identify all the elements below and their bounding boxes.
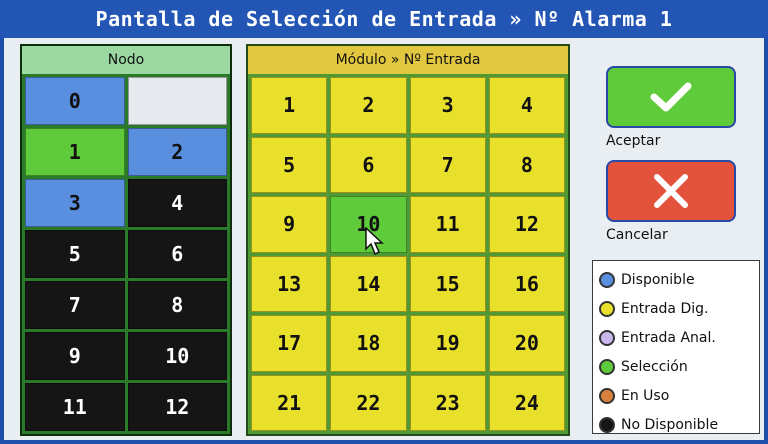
module-cell-label: 2 xyxy=(362,93,375,118)
node-cell-8[interactable]: 8 xyxy=(127,281,227,329)
accept-button[interactable] xyxy=(606,66,736,128)
module-cell-label: 9 xyxy=(283,212,296,237)
module-cell-2[interactable]: 2 xyxy=(330,77,407,134)
module-cell-label: 7 xyxy=(441,152,454,177)
module-cell-4[interactable]: 4 xyxy=(488,77,565,134)
module-cell-7[interactable]: 7 xyxy=(409,136,486,193)
main-screen: Nodo 0 1 2 3 4 5 6 7 8 9 10 11 12 Módulo » Nº Entrad… xyxy=(4,38,764,440)
module-cell-5[interactable]: 5 xyxy=(251,136,328,193)
legend-item: Disponible xyxy=(599,265,753,294)
module-panel: Módulo » Nº Entrada 1 2 3 4 5 6 7 8 9 10 11 12 13 14 1… xyxy=(246,44,570,436)
module-cell-label: 5 xyxy=(283,152,296,177)
legend-item: Selección xyxy=(599,352,753,381)
module-cell-16[interactable]: 16 xyxy=(488,255,565,312)
module-cell-20[interactable]: 20 xyxy=(488,315,565,372)
legend-item: No Disponible xyxy=(599,410,753,439)
node-panel-header: Nodo xyxy=(22,46,230,74)
node-cell-10[interactable]: 10 xyxy=(127,332,227,380)
node-cell-3[interactable]: 3 xyxy=(25,179,125,227)
module-cell-label: 8 xyxy=(520,152,533,177)
legend-color-dot xyxy=(599,329,615,346)
module-cell-1[interactable]: 1 xyxy=(251,77,328,134)
node-cell-0[interactable]: 0 xyxy=(25,77,125,125)
window-title: Pantalla de Selección de Entrada » Nº Al… xyxy=(0,0,768,38)
module-grid: 1 2 3 4 5 6 7 8 9 10 11 12 13 14 15 16 17 18 19 20 21 22 23 24 xyxy=(248,74,568,434)
legend-color-dot xyxy=(599,358,615,375)
legend-label: Disponible xyxy=(621,271,695,288)
node-cell-5[interactable]: 5 xyxy=(25,230,125,278)
module-cell-label: 15 xyxy=(435,271,460,296)
legend-color-dot xyxy=(599,387,615,404)
module-cell-18[interactable]: 18 xyxy=(330,315,407,372)
legend-color-dot xyxy=(599,300,615,317)
node-panel: Nodo 0 1 2 3 4 5 6 7 8 9 10 11 12 xyxy=(20,44,232,436)
legend-color-dot xyxy=(599,416,615,433)
status-legend: Disponible Entrada Dig. Entrada Anal. Selec… xyxy=(592,260,760,434)
module-cell-label: 23 xyxy=(435,390,460,415)
module-cell-6[interactable]: 6 xyxy=(330,136,407,193)
module-cell-22[interactable]: 22 xyxy=(330,374,407,431)
module-cell-label: 16 xyxy=(514,271,539,296)
cancel-label: Cancelar xyxy=(606,227,668,243)
legend-label: Entrada Anal. xyxy=(621,329,716,346)
node-cell-7[interactable]: 7 xyxy=(25,281,125,329)
module-cell-label: 4 xyxy=(520,93,533,118)
module-cell-21[interactable]: 21 xyxy=(251,374,328,431)
accept-label: Aceptar xyxy=(606,133,661,149)
node-cell-2[interactable]: 2 xyxy=(127,128,227,176)
node-cell-11[interactable]: 11 xyxy=(25,383,125,431)
module-cell-label: 17 xyxy=(277,331,302,356)
module-cell-label: 19 xyxy=(435,331,460,356)
cancel-button[interactable] xyxy=(606,160,736,222)
module-panel-header: Módulo » Nº Entrada xyxy=(248,46,568,74)
module-cell-label: 11 xyxy=(435,212,460,237)
module-cell-label: 13 xyxy=(277,271,302,296)
legend-label: Selección xyxy=(621,358,688,375)
module-cell-14[interactable]: 14 xyxy=(330,255,407,312)
module-cell-label: 22 xyxy=(356,390,381,415)
module-cell-13[interactable]: 13 xyxy=(251,255,328,312)
legend-label: En Uso xyxy=(621,387,670,404)
module-cell-label: 6 xyxy=(362,152,375,177)
module-cell-label: 14 xyxy=(356,271,381,296)
module-cell-19[interactable]: 19 xyxy=(409,315,486,372)
module-cell-label: 18 xyxy=(356,331,381,356)
module-cell-3[interactable]: 3 xyxy=(409,77,486,134)
node-cell-6[interactable]: 6 xyxy=(127,230,227,278)
mouse-cursor-icon xyxy=(365,227,385,256)
module-cell-24[interactable]: 24 xyxy=(488,374,565,431)
module-cell-8[interactable]: 8 xyxy=(488,136,565,193)
checkmark-icon xyxy=(650,82,692,112)
legend-color-dot xyxy=(599,271,615,288)
module-cell-12[interactable]: 12 xyxy=(488,196,565,253)
module-cell-11[interactable]: 11 xyxy=(409,196,486,253)
node-cell-12[interactable]: 12 xyxy=(127,383,227,431)
module-cell-17[interactable]: 17 xyxy=(251,315,328,372)
node-cell-1[interactable]: 1 xyxy=(25,128,125,176)
module-cell-label: 12 xyxy=(514,212,539,237)
legend-label: Entrada Dig. xyxy=(621,300,709,317)
node-cell-4[interactable]: 4 xyxy=(127,179,227,227)
module-cell-label: 24 xyxy=(514,390,539,415)
module-cell-label: 21 xyxy=(277,390,302,415)
node-cell-empty xyxy=(127,77,227,125)
x-icon xyxy=(654,174,688,208)
module-cell-label: 1 xyxy=(283,93,296,118)
module-cell-label: 3 xyxy=(441,93,454,118)
module-cell-9[interactable]: 9 xyxy=(251,196,328,253)
module-cell-label: 20 xyxy=(514,331,539,356)
legend-item: Entrada Anal. xyxy=(599,323,753,352)
legend-item: Entrada Dig. xyxy=(599,294,753,323)
module-cell-10[interactable]: 10 xyxy=(330,196,407,256)
legend-item: En Uso xyxy=(599,381,753,410)
node-cell-9[interactable]: 9 xyxy=(25,332,125,380)
node-grid: 0 1 2 3 4 5 6 7 8 9 10 11 12 xyxy=(22,74,230,434)
legend-label: No Disponible xyxy=(621,416,719,433)
module-cell-15[interactable]: 15 xyxy=(409,255,486,312)
module-cell-23[interactable]: 23 xyxy=(409,374,486,431)
